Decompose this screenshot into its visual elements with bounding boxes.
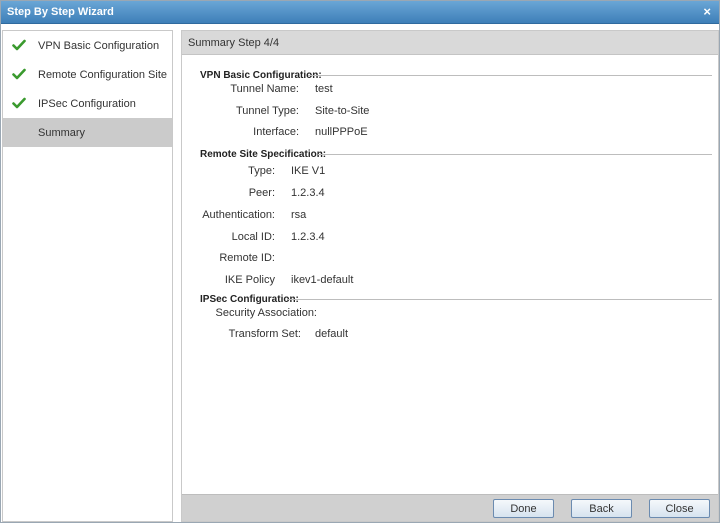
field-tunnel-name: Tunnel Name: test [182, 83, 702, 99]
step-remote-configuration-site[interactable]: Remote Configuration Site [3, 60, 172, 89]
field-label: Security Association: [215, 307, 318, 319]
field-value: default [315, 328, 349, 340]
field-type: Type: IKE V1 [182, 165, 702, 181]
step-label: VPN Basic Configuration [38, 40, 160, 52]
field-label: Tunnel Name: [230, 83, 299, 95]
check-icon [12, 68, 26, 80]
field-value: ikev1-default [291, 274, 354, 286]
section-vpn-basic: VPN Basic Configuration: [200, 69, 712, 81]
summary-panel: Summary Step 4/4 VPN Basic Configuration… [181, 30, 719, 522]
field-authentication: Authentication: rsa [182, 209, 702, 225]
panel-header: Summary Step 4/4 [182, 31, 718, 55]
wizard-window: Step By Step Wizard × VPN Basic Configur… [0, 0, 720, 523]
step-summary[interactable]: Summary [3, 118, 172, 147]
close-button[interactable]: Close [649, 499, 710, 518]
panel-title: Summary Step 4/4 [188, 37, 280, 49]
field-label: Local ID: [231, 231, 275, 243]
field-tunnel-type: Tunnel Type: Site-to-Site [182, 105, 702, 121]
done-button[interactable]: Done [493, 499, 554, 518]
field-remote-id: Remote ID: [182, 252, 702, 268]
field-label: Tunnel Type: [236, 105, 299, 117]
field-label: Peer: [248, 187, 275, 199]
field-value: rsa [291, 209, 307, 221]
title-bar: Step By Step Wizard × [1, 1, 719, 24]
section-remote-site: Remote Site Specification: [200, 148, 712, 160]
field-ike-policy: IKE Policy ikev1-default [182, 274, 702, 290]
field-value: IKE V1 [291, 165, 326, 177]
section-title: VPN Basic Configuration: [200, 70, 322, 81]
field-transform-set: Transform Set: default [182, 328, 702, 344]
section-divider [288, 299, 712, 300]
section-divider [308, 75, 712, 76]
field-value: nullPPPoE [315, 126, 368, 138]
section-title: Remote Site Specification: [200, 149, 327, 160]
close-icon[interactable]: × [703, 4, 711, 19]
field-label: Interface: [253, 126, 299, 138]
section-divider [318, 154, 712, 155]
field-peer: Peer: 1.2.3.4 [182, 187, 702, 203]
step-ipsec-configuration[interactable]: IPSec Configuration [3, 89, 172, 118]
step-label: IPSec Configuration [38, 98, 136, 110]
field-label: Authentication: [202, 209, 275, 221]
field-label: Type: [248, 165, 275, 177]
section-title: IPSec Configuration: [200, 294, 299, 305]
window-title: Step By Step Wizard [7, 6, 114, 18]
field-value: Site-to-Site [315, 105, 370, 117]
field-local-id: Local ID: 1.2.3.4 [182, 231, 702, 247]
field-value: 1.2.3.4 [291, 231, 325, 243]
field-label: Transform Set: [228, 328, 301, 340]
check-icon [12, 97, 26, 109]
step-label: Summary [38, 127, 86, 139]
field-value: test [315, 83, 333, 95]
wizard-steps-sidebar: VPN Basic Configuration Remote Configura… [2, 30, 173, 522]
section-ipsec: IPSec Configuration: [200, 293, 712, 305]
field-interface: Interface: nullPPPoE [182, 126, 702, 142]
check-icon [12, 39, 26, 51]
step-vpn-basic-configuration[interactable]: VPN Basic Configuration [3, 31, 172, 60]
button-bar: Done Back Close [182, 494, 718, 521]
step-label: Remote Configuration Site [38, 69, 168, 81]
back-button[interactable]: Back [571, 499, 632, 518]
field-label: Remote ID: [219, 252, 275, 264]
field-security-association: Security Association: [182, 307, 702, 323]
field-label: IKE Policy [224, 274, 275, 286]
field-value: 1.2.3.4 [291, 187, 325, 199]
